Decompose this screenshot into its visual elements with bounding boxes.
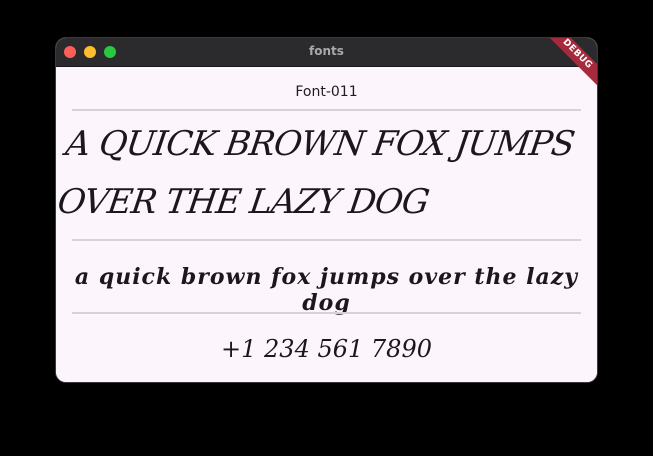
divider — [72, 239, 581, 241]
font-preview-panel: Font-011 A QUICK BROWN FOX JUMPS OVER TH… — [56, 67, 597, 382]
app-window: fonts Font-011 A QUICK BROWN FOX JUMPS O… — [56, 38, 597, 382]
divider — [72, 312, 581, 314]
font-name-label: Font-011 — [295, 84, 358, 100]
window-title: fonts — [309, 44, 344, 58]
number-sample-text: +1 234 561 7890 — [221, 335, 432, 363]
divider — [72, 109, 581, 111]
uppercase-sample-text: A QUICK BROWN FOX JUMPS OVER THE LAZY DO… — [56, 124, 577, 222]
title-bar[interactable]: fonts — [56, 38, 597, 67]
lowercase-sample-text: a quick brown fox jumps over the lazy do… — [74, 264, 579, 316]
